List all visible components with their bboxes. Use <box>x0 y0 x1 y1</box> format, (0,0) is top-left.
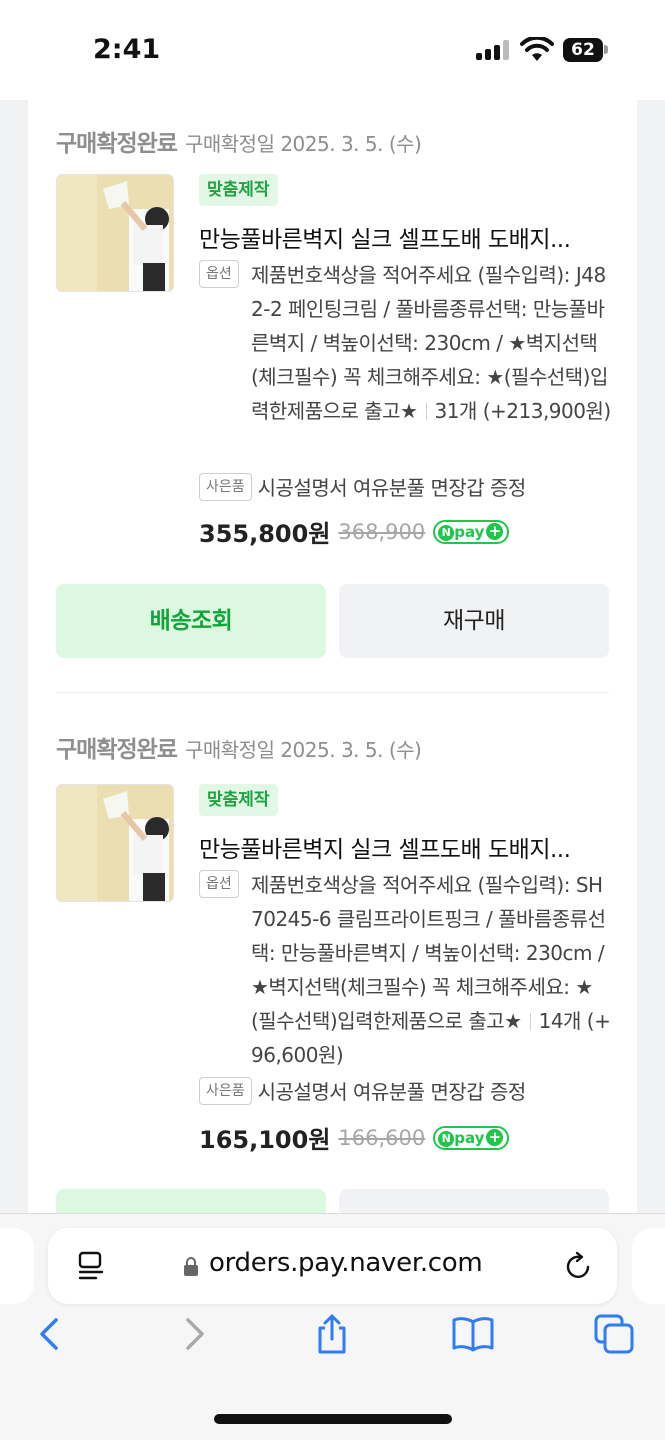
order-header: 구매확정완료 구매확정일 2025. 3. 5. (수) <box>56 730 422 764</box>
divider <box>529 1013 531 1030</box>
order-item: 구매확정완료 구매확정일 2025. 3. 5. (수) 맞춤제작 만능풀바른벽지… <box>56 730 611 1229</box>
order-confirm-date: 구매확정일 2025. 3. 5. (수) <box>184 132 422 156</box>
wifi-icon <box>520 37 554 61</box>
product-name[interactable]: 만능풀바른벽지 실크 셀프도배 도배지... <box>199 220 614 254</box>
product-thumbnail[interactable] <box>56 174 174 292</box>
npay-plus-badge: Npay + <box>433 519 510 544</box>
option-detail: 제품번호색상을 적어주세요 (필수입력): SH70245-6 클림프라이트핑크… <box>251 868 611 1072</box>
plus-icon: + <box>486 522 504 540</box>
back-icon[interactable] <box>28 1312 72 1356</box>
reorder-button[interactable]: 재구매 <box>339 584 609 658</box>
address-bar[interactable]: orders.pay.naver.com <box>48 1228 617 1304</box>
bookmarks-icon[interactable] <box>451 1312 495 1356</box>
cellular-signal-icon <box>476 40 510 60</box>
status-time: 2:41 <box>93 34 161 65</box>
delivery-tracking-button[interactable]: 배송조회 <box>56 584 326 658</box>
battery-indicator: 62 <box>563 38 603 62</box>
option-detail: 제품번호색상을 적어주세요 (필수입력): J482-2 페인팅크림 / 풀바름… <box>251 258 611 428</box>
order-status: 구매확정완료 <box>56 131 178 157</box>
order-confirm-date: 구매확정일 2025. 3. 5. (수) <box>184 738 422 762</box>
status-bar: 2:41 62 <box>0 0 665 100</box>
option-label: 옵션 <box>199 870 239 898</box>
order-divider <box>56 692 609 693</box>
product-name[interactable]: 만능풀바른벽지 실크 셀프도배 도배지... <box>199 830 614 864</box>
gift-row: 사은품 시공설명서 여유분풀 면장갑 증정 <box>199 1076 526 1105</box>
reader-icon[interactable] <box>76 1250 106 1282</box>
reload-icon[interactable] <box>564 1250 594 1282</box>
plus-icon: + <box>486 1128 504 1146</box>
order-status: 구매확정완료 <box>56 737 178 763</box>
divider <box>425 403 427 420</box>
npay-plus-badge: Npay + <box>433 1125 510 1150</box>
custom-made-badge: 맞춤제작 <box>199 174 278 206</box>
product-thumbnail[interactable] <box>56 784 174 902</box>
quantity-text: 31개 (+213,900원) <box>434 399 612 423</box>
option-label: 옵션 <box>199 260 239 288</box>
tabs-icon[interactable] <box>592 1312 636 1356</box>
previous-tab-preview[interactable] <box>0 1228 34 1304</box>
gift-label: 사은품 <box>199 472 252 501</box>
sale-price: 165,100원 <box>199 1126 331 1154</box>
sale-price: 355,800원 <box>199 520 331 548</box>
custom-made-badge: 맞춤제작 <box>199 784 278 816</box>
gift-label: 사은품 <box>199 1076 252 1105</box>
price-row: 165,100원 166,600 Npay + <box>199 1120 510 1155</box>
order-item: 구매확정완료 구매확정일 2025. 3. 5. (수) 맞춤제작 만능풀바른벽지… <box>56 124 611 664</box>
url-text[interactable]: orders.pay.naver.com <box>209 1248 483 1278</box>
original-price: 368,900 <box>338 519 426 544</box>
forward-icon[interactable] <box>172 1312 216 1356</box>
price-row: 355,800원 368,900 Npay + <box>199 514 510 549</box>
next-tab-preview[interactable] <box>632 1228 665 1304</box>
gift-row: 사은품 시공설명서 여유분풀 면장갑 증정 <box>199 472 526 501</box>
home-indicator[interactable] <box>214 1414 452 1424</box>
gift-text: 시공설명서 여유분풀 면장갑 증정 <box>257 476 527 500</box>
order-header: 구매확정완료 구매확정일 2025. 3. 5. (수) <box>56 124 422 158</box>
original-price: 166,600 <box>338 1125 426 1150</box>
share-icon[interactable] <box>310 1312 354 1356</box>
battery-tip <box>604 45 608 54</box>
gift-text: 시공설명서 여유분풀 면장갑 증정 <box>257 1080 527 1104</box>
lock-icon <box>184 1257 198 1276</box>
